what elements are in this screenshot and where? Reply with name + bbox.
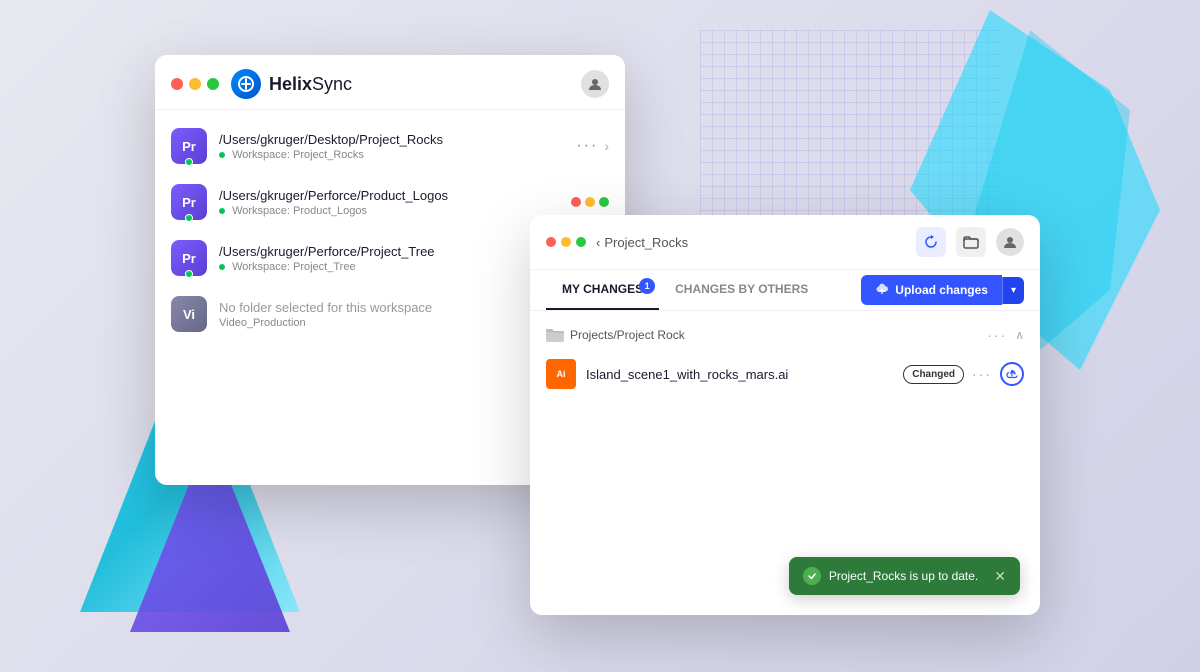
back-chevron-icon: ‹ [596,235,600,250]
account-icon[interactable] [581,70,609,98]
folder-name: Projects/Project Rock [570,328,685,342]
project-detail-window: ‹ Project_Rocks [530,215,1040,615]
window-titlebar: HelixSync [155,55,625,110]
workspace-avatar: Pr [171,240,207,276]
tabs-row: MY CHANGES 1 CHANGES BY OTHERS Upload ch… [530,270,1040,311]
traffic-lights [171,78,219,90]
workspace-item-project-rocks[interactable]: Pr /Users/gkruger/Desktop/Project_Rocks … [155,118,625,174]
workspace-status-dot [185,270,193,278]
folder-button[interactable] [956,227,986,257]
window2-actions [916,227,1024,257]
toast-notification: Project_Rocks is up to date. ✕ [789,557,1020,595]
workspace-path: /Users/gkruger/Desktop/Project_Rocks [219,132,576,147]
folder-collapse-icon[interactable]: ∧ [1015,328,1024,342]
titlebar-right [581,70,609,98]
workspace-more-icon[interactable]: ··· [576,137,598,155]
file-icon-ai: Ai [546,359,576,389]
workspace-avatar: Vi [171,296,207,332]
cloud-upload-icon [875,283,889,297]
upload-dropdown-button[interactable]: ▾ [1002,277,1024,304]
workspace-name: Workspace: Project_Rocks [219,149,576,161]
folder-more-icon[interactable]: ··· [987,327,1007,343]
back-button[interactable]: ‹ Project_Rocks [596,235,688,250]
app-logo-icon [231,69,261,99]
mini-red-dot [571,197,581,207]
toast-check-icon [803,567,821,585]
workspace-status-dot [185,214,193,222]
sync-button[interactable] [916,227,946,257]
traffic-lights-sm [546,237,586,247]
maximize-button[interactable] [207,78,219,90]
upload-button-group: Upload changes ▾ [861,275,1024,305]
upload-changes-button[interactable]: Upload changes [861,275,1002,305]
close-button[interactable] [171,78,183,90]
workspace-name-dot [219,152,225,158]
workspace-chevron-icon[interactable]: › [604,138,609,154]
mini-green-dot [599,197,609,207]
workspace-name: Video_Production [219,317,559,329]
workspace-path: No folder selected for this workspace [219,300,559,315]
app-logo: HelixSync [231,69,352,99]
workspace-name-dot [219,264,225,270]
workspace-status-dot [185,158,193,166]
workspace-actions: ··· › [576,137,609,155]
workspace-actions [571,197,609,207]
file-section: Projects/Project Rock ··· ∧ Ai Island_sc… [530,311,1040,405]
workspace-name-dot [219,208,225,214]
minimize-btn-sm[interactable] [561,237,571,247]
maximize-btn-sm[interactable] [576,237,586,247]
tab-my-changes[interactable]: MY CHANGES 1 [546,270,659,310]
tab-badge: 1 [639,278,655,294]
folder-row: Projects/Project Rock ··· ∧ [530,319,1040,351]
folder-icon [546,327,564,343]
workspace-name: Workspace: Product_Logos [219,205,571,217]
app-title: HelixSync [269,74,352,95]
close-btn-sm[interactable] [546,237,556,247]
back-label: Project_Rocks [604,235,688,250]
file-upload-icon[interactable] [1000,362,1024,386]
file-row: Ai Island_scene1_with_rocks_mars.ai Chan… [530,351,1040,397]
workspace-info: /Users/gkruger/Desktop/Project_Rocks Wor… [219,132,576,161]
account-icon-detail[interactable] [996,228,1024,256]
tab-changes-by-others[interactable]: CHANGES BY OTHERS [659,270,824,310]
file-actions: Changed ··· [903,362,1024,386]
status-badge: Changed [903,365,964,384]
toast-message: Project_Rocks is up to date. [829,569,978,583]
workspace-avatar: Pr [171,184,207,220]
file-more-icon[interactable]: ··· [972,366,992,382]
toast-close-button[interactable]: ✕ [994,568,1006,585]
chevron-down-icon: ▾ [1011,285,1016,296]
window2-titlebar: ‹ Project_Rocks [530,215,1040,270]
workspace-info: No folder selected for this workspace Vi… [219,300,559,329]
minimize-button[interactable] [189,78,201,90]
file-name: Island_scene1_with_rocks_mars.ai [586,367,788,382]
mini-yellow-dot [585,197,595,207]
workspace-path: /Users/gkruger/Perforce/Product_Logos [219,188,571,203]
workspace-avatar: Pr [171,128,207,164]
workspace-info: /Users/gkruger/Perforce/Product_Logos Wo… [219,188,571,217]
